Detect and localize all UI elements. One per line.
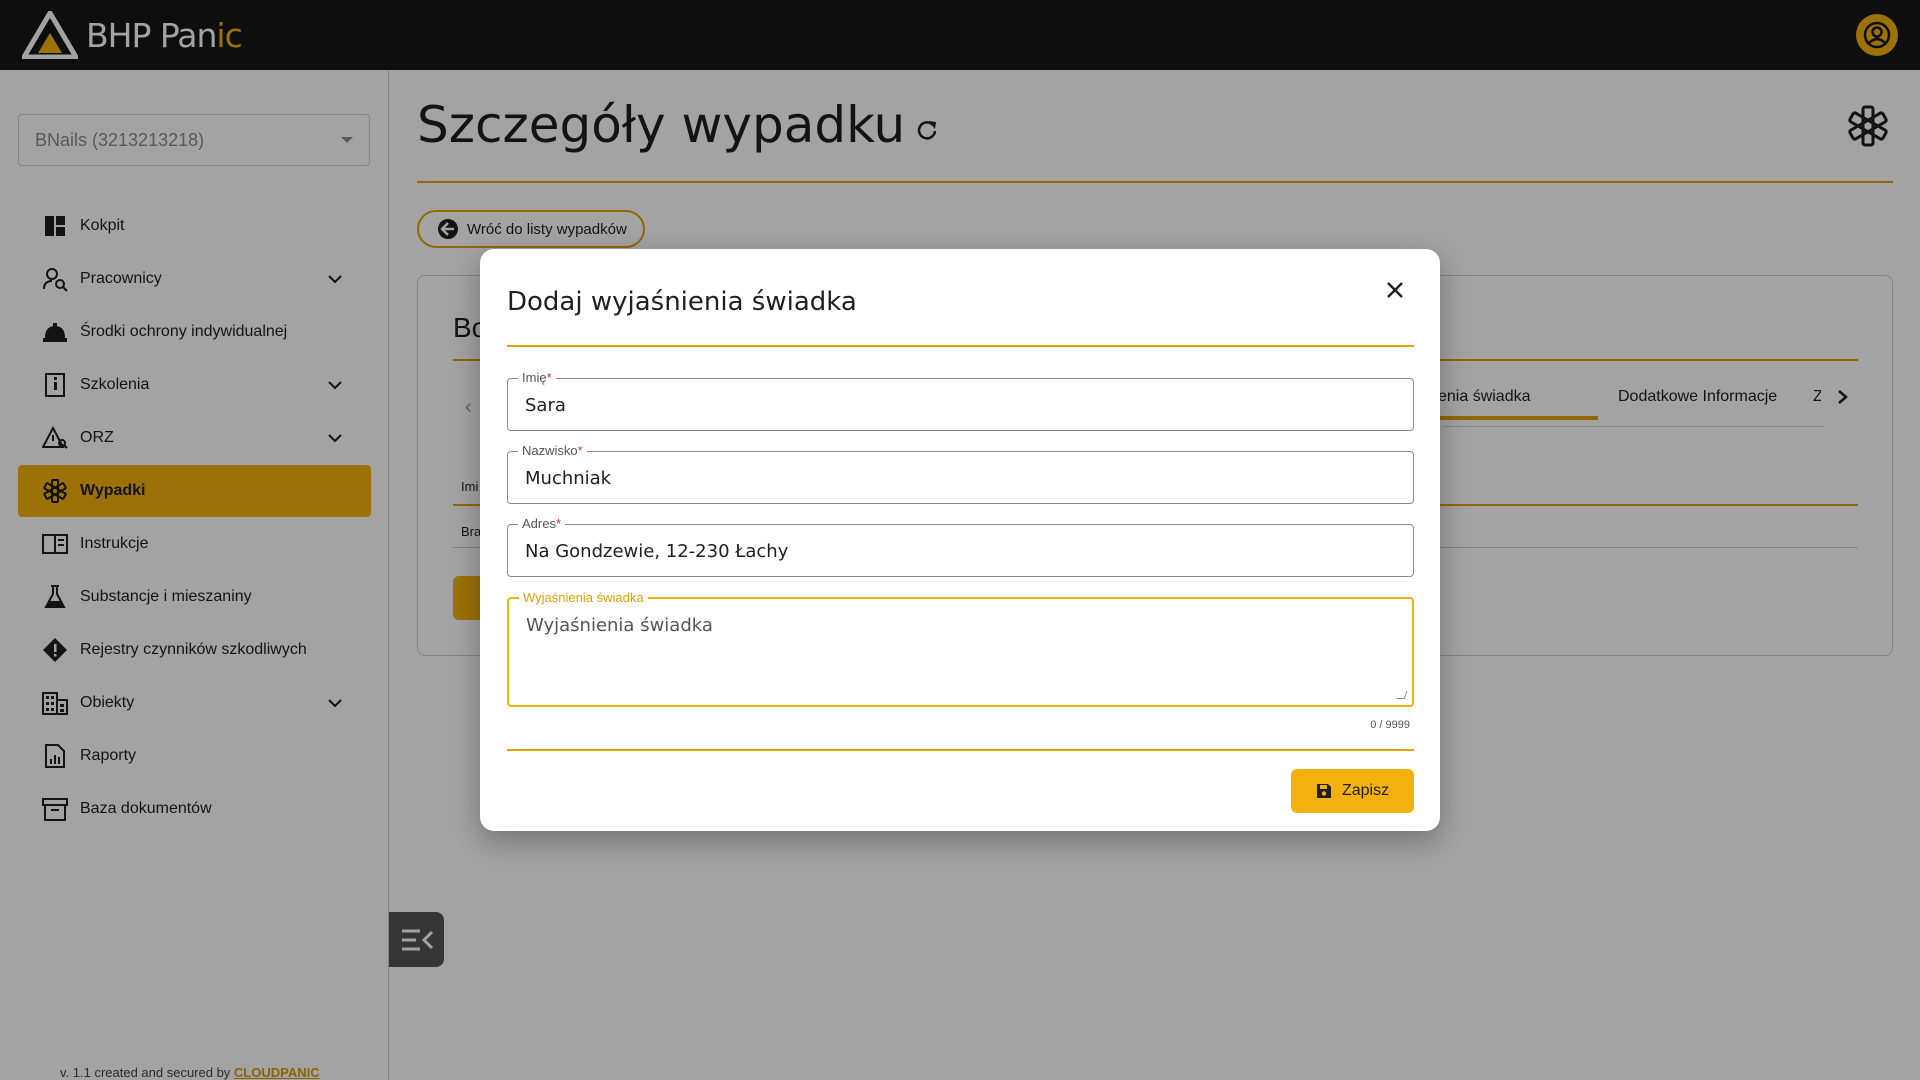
close-icon: [1387, 282, 1403, 298]
dialog-title: Dodaj wyjaśnienia świadka: [507, 287, 857, 317]
address-label: Adres*: [518, 516, 566, 531]
first-name-label: Imię*: [518, 370, 556, 385]
resize-handle-icon[interactable]: [1396, 691, 1408, 699]
address-value: Na Gondzewie, 12-230 Łachy: [525, 541, 789, 562]
dialog-title-divider: [507, 345, 1414, 347]
save-button[interactable]: Zapisz: [1291, 769, 1414, 813]
last-name-value: Muchniak: [525, 468, 612, 489]
add-witness-explanation-dialog: Dodaj wyjaśnienia świadka Imię* Sara Naz…: [480, 249, 1440, 831]
witness-explanation-textarea[interactable]: Wyjaśnienia świadka Wyjaśnienia świadka: [507, 590, 1414, 707]
character-counter: 0 / 9999: [1370, 719, 1410, 731]
witness-explanation-label: Wyjaśnienia świadka: [519, 590, 648, 605]
close-dialog-button[interactable]: [1380, 275, 1410, 305]
last-name-label: Nazwisko*: [518, 443, 587, 458]
save-button-label: Zapisz: [1341, 782, 1390, 799]
dialog-footer-divider: [507, 749, 1414, 751]
address-field[interactable]: Adres* Na Gondzewie, 12-230 Łachy: [507, 516, 1414, 577]
first-name-value: Sara: [525, 395, 566, 416]
witness-explanation-placeholder: Wyjaśnienia świadka: [526, 615, 713, 636]
last-name-field[interactable]: Nazwisko* Muchniak: [507, 443, 1414, 504]
floppy-disk-icon: [1316, 784, 1331, 798]
first-name-field[interactable]: Imię* Sara: [507, 370, 1414, 431]
